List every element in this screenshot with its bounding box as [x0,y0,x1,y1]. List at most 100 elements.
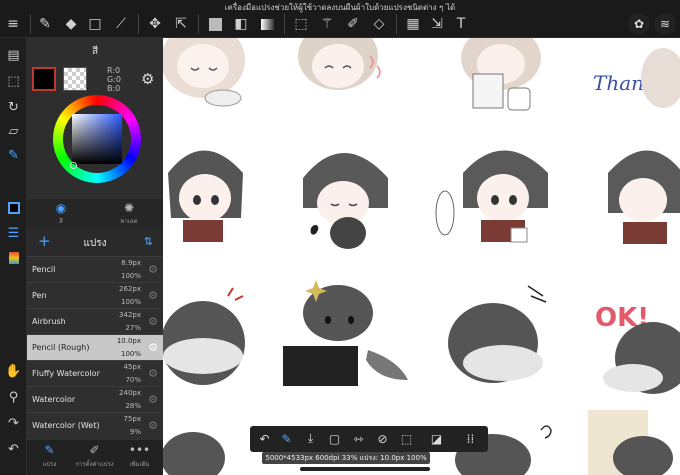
brush-row[interactable]: Pencil 8.9px 100% ⚙ [27,256,163,282]
sticker-row-2 [168,150,680,249]
fill-tool-icon[interactable] [206,15,224,33]
brush-panel: + แปรง ⇅ Pencil 8.9px 100% ⚙ Pen 262px 100% ⚙ Ai… [27,228,163,439]
rgb-g-value: G:0 [107,75,121,84]
tab-brush[interactable]: ✎ แปรง [27,443,72,469]
palette-icon: ✺ [123,201,135,215]
brush-tool-icon[interactable]: ✎ [36,15,54,33]
move-tool-icon[interactable]: ✥ [146,15,164,33]
frame-divider-icon[interactable]: ▦ [404,15,422,33]
edit-icon[interactable]: ◪ [428,430,445,447]
magic-wand-icon[interactable]: ⚚ [318,15,336,33]
material-rail-icon[interactable] [4,248,23,267]
brush-row[interactable]: Watercolor 240px 28% ⚙ [27,386,163,412]
operation-tool-icon[interactable]: ⇲ [428,15,446,33]
brush-opacity: 27% [125,324,141,332]
brush-size: 75px [123,415,142,423]
layer-list-icon[interactable]: ☰ [4,224,23,243]
toolbar-divider [30,14,31,34]
brush-name: Pencil (Rough) [32,343,90,352]
brush-settings-gear-icon[interactable]: ⚙ [148,341,158,354]
brush-opacity: 28% [125,402,141,410]
brush-opacity: 100% [120,350,141,358]
brush-name: Pencil [32,265,56,274]
undo-icon[interactable]: ↶ [256,430,273,447]
color-wheel[interactable] [53,95,141,183]
tab-palette-label: พาเลต [120,218,138,225]
flip-icon[interactable]: ⇿ [350,430,367,447]
circle-icon: ◉ [55,201,67,215]
tab-brush-settings-label: การตั้งค่าแปรง [75,461,114,468]
brush-row[interactable]: Watercolor (Wet) 75px 9% ⚙ [27,412,163,438]
rotate-icon[interactable]: ↻ [4,98,23,117]
eyedropper-icon[interactable]: ⚲ [4,388,23,407]
tab-brush-settings[interactable]: ✐ การตั้งค่าแปรง [72,443,117,469]
brush-settings-gear-icon[interactable]: ⚙ [148,419,158,432]
snap-off-icon[interactable]: ⊘ [374,430,391,447]
select-eraser-icon[interactable]: ◇ [370,15,388,33]
sort-brushes-icon[interactable]: ⇅ [144,235,153,248]
brush-settings-gear-icon[interactable]: ⚙ [148,393,158,406]
brush-size: 8.9px [121,259,141,267]
brush-row[interactable]: Pen 262px 100% ⚙ [27,282,163,308]
select-pen-icon[interactable]: ✐ [344,15,362,33]
canvas-status-bar: 5000*4533px 600dpi 33% แปรง: 10.0px 100% [262,452,430,464]
menu-icon[interactable]: ≡ [4,15,22,33]
toolbar-divider [396,14,397,34]
brush-settings-gear-icon[interactable]: ⚙ [148,315,158,328]
brush-rail-icon[interactable]: ✎ [4,146,23,165]
color-panel-tabs: ◉ สี ✺ พาเลต [27,199,163,228]
pages-icon[interactable]: ▤ [4,46,23,65]
brush-settings-gear-icon[interactable]: ⚙ [148,289,158,302]
brush-name: Watercolor (Wet) [32,421,100,430]
layers-icon[interactable]: ≋ [654,13,676,35]
toolbar-divider [284,14,285,34]
frame-icon[interactable]: ▢ [326,430,343,447]
line-tool-icon[interactable]: ⟋ [112,15,130,33]
brush-name: Watercolor [32,395,76,404]
brush-icon[interactable]: ✎ [278,430,295,447]
tab-more[interactable]: ••• เพิ่มเติม [117,443,162,469]
undo-icon[interactable]: ↶ [4,440,23,459]
tab-palette[interactable]: ✺ พาเลต [95,201,163,226]
brush-row[interactable]: Fluffy Watercolor 45px 70% ⚙ [27,360,163,386]
gradient-tool-icon[interactable] [258,15,276,33]
brush-settings-gear-icon[interactable]: ⚙ [148,367,158,380]
drawing-canvas[interactable]: Thank you. [163,38,680,475]
hand-icon[interactable]: ✋ [4,362,23,381]
transform-tool-icon[interactable]: ⇱ [172,15,190,33]
brush-row[interactable]: Airbrush 342px 27% ⚙ [27,308,163,334]
eraser-tool-icon[interactable]: ◆ [62,15,80,33]
shape-tool-icon[interactable]: □ [86,15,104,33]
more-icon: ••• [128,443,151,457]
brush-settings-icon: ✐ [89,443,100,457]
redo-icon[interactable]: ↷ [4,414,23,433]
ruler-icon[interactable]: ▱ [4,122,23,141]
rgb-r-value: R:0 [107,66,121,75]
text-tool-icon[interactable]: T [452,15,470,33]
color-cursor[interactable] [70,162,77,169]
brush-size: 342px [119,311,141,319]
grid-menu-icon[interactable]: ⁞⁞ [462,430,479,447]
tab-color-label: สี [59,218,63,225]
sticker-row-3: OK! [163,280,680,394]
brush-name: Pen [32,291,47,300]
brush-row[interactable]: Pencil (Rough) 10.0px 100% ⚙ [27,334,163,360]
select-tool-icon[interactable]: ⬚ [292,15,310,33]
secondary-color-swatch[interactable] [63,67,87,91]
rgb-b-value: B:0 [107,84,121,93]
primary-color-swatch[interactable] [32,67,56,91]
tab-brush-label: แปรง [42,461,57,468]
brush-opacity: 100% [120,272,141,280]
selection-icon[interactable]: ⬚ [4,72,23,91]
canvas-artwork: Thank you. [163,38,680,475]
save-down-icon[interactable]: ⤓ [302,430,319,447]
saturation-value-square[interactable] [72,114,122,164]
color-settings-gear-icon[interactable]: ⚙ [141,70,154,88]
clear-selection-icon[interactable]: ⬚ [398,430,415,447]
brush-panel-title: แปรง [83,238,107,249]
bucket-tool-icon[interactable]: ◧ [232,15,250,33]
tab-color[interactable]: ◉ สี [27,201,95,226]
brush-settings-gear-icon[interactable]: ⚙ [148,263,158,276]
materials-icon[interactable]: ✿ [628,13,650,35]
color-swatch-icon[interactable] [4,198,23,217]
